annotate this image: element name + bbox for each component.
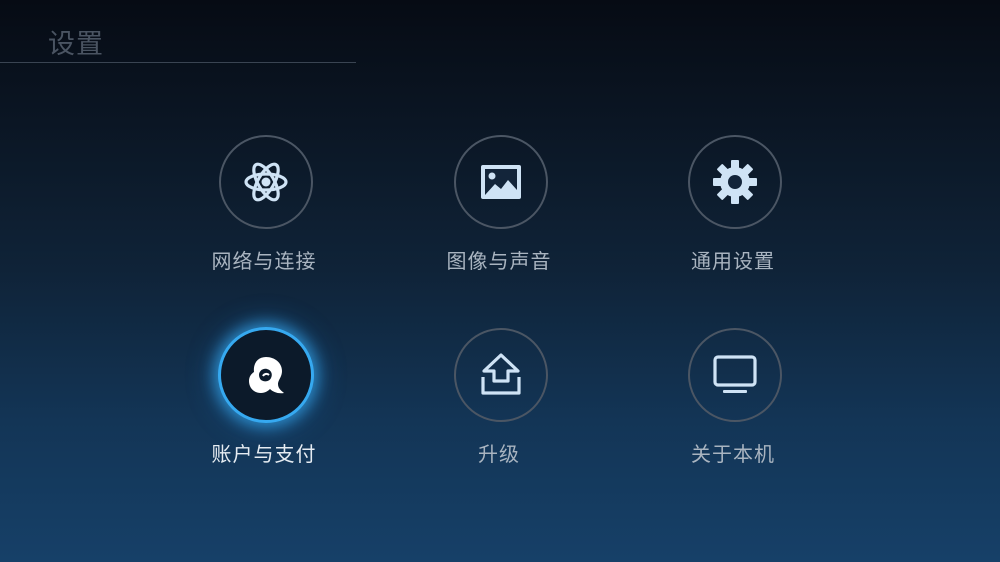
menu-item-label: 网络与连接 xyxy=(211,249,317,273)
menu-item-label: 升级 xyxy=(478,442,520,466)
menu-item-general[interactable]: 通用设置 xyxy=(655,135,815,295)
menu-item-network[interactable]: 网络与连接 xyxy=(186,135,346,295)
menu-item-label: 账户与支付 xyxy=(211,442,317,466)
menu-item-label: 通用设置 xyxy=(691,249,775,273)
upgrade-icon xyxy=(481,353,521,395)
menu-item-about[interactable]: 关于本机 xyxy=(655,328,815,488)
menu-item-label: 图像与声音 xyxy=(446,249,552,273)
settings-grid: 网络与连接 图像与声音 通用设置 账户与支付 升级 关于本机 xyxy=(0,0,1000,562)
menu-item-label: 关于本机 xyxy=(691,442,775,466)
menu-item-picture-sound-ring xyxy=(454,135,548,229)
menu-item-upgrade-ring xyxy=(454,328,548,422)
menu-item-about-ring xyxy=(688,328,782,422)
menu-item-account-payment-ring xyxy=(218,327,314,423)
menu-item-network-ring xyxy=(219,135,313,229)
menu-item-account-payment[interactable]: 账户与支付 xyxy=(186,327,346,488)
gear-icon xyxy=(713,160,757,204)
atom-icon xyxy=(244,162,288,202)
account-icon xyxy=(249,357,284,394)
picture-icon xyxy=(481,165,521,199)
menu-item-upgrade[interactable]: 升级 xyxy=(421,328,581,488)
menu-item-general-ring xyxy=(688,135,782,229)
tv-icon xyxy=(713,355,757,393)
menu-item-picture-sound[interactable]: 图像与声音 xyxy=(421,135,581,295)
